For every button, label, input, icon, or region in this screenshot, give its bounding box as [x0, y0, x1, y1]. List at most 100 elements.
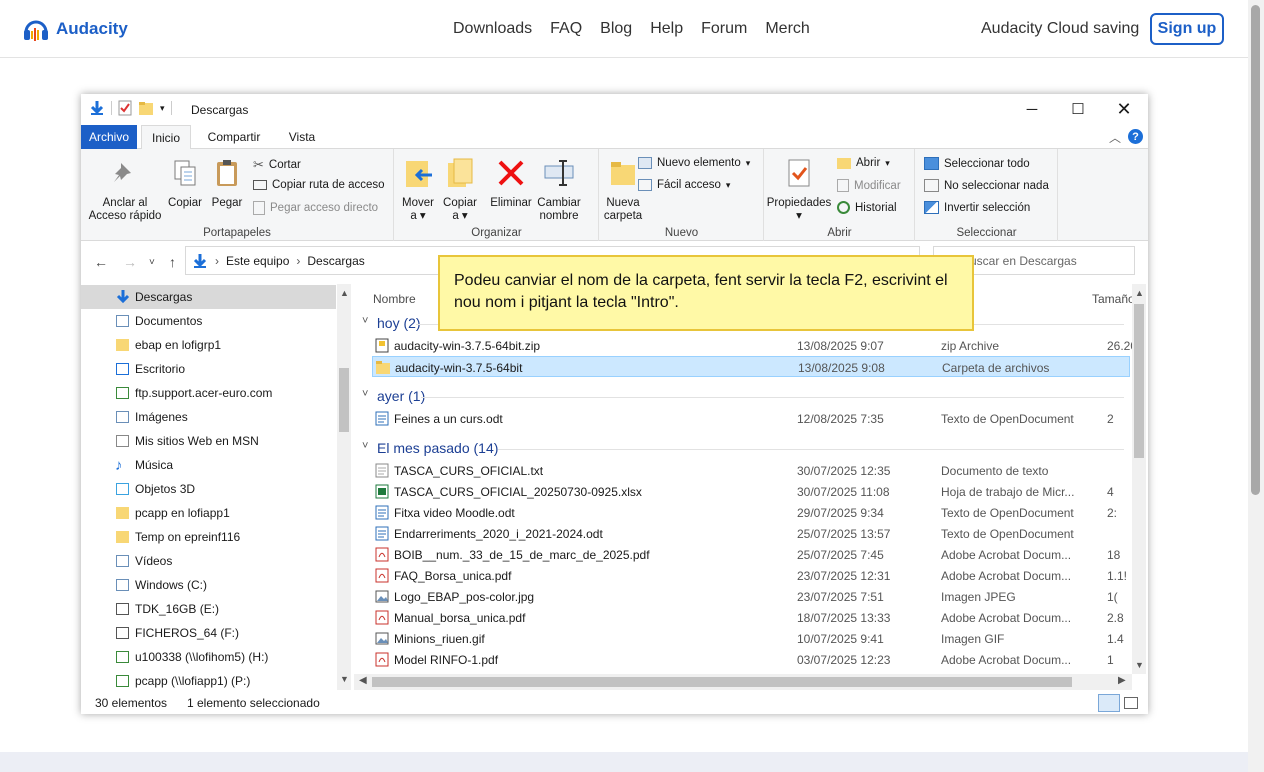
paste-button[interactable]: Pegar	[207, 157, 247, 210]
file-group-header[interactable]: ˅ El mes pasado (14)	[362, 440, 498, 456]
maximize-button[interactable]: ☐	[1055, 94, 1101, 124]
collapse-chevron-icon[interactable]: ˅	[362, 315, 368, 327]
nav-item[interactable]: Escritorio	[81, 357, 336, 381]
nav-item[interactable]: Temp on epreinf116	[81, 525, 336, 549]
nav-item[interactable]: Objetos 3D	[81, 477, 336, 501]
nav-merch[interactable]: Merch	[765, 20, 809, 38]
history-button[interactable]: Historial	[837, 201, 897, 214]
edit-button[interactable]: Modificar	[837, 179, 901, 192]
recent-locations-icon[interactable]: ˅	[149, 257, 155, 268]
scroll-up-icon[interactable]: ▲	[1135, 288, 1144, 298]
column-size[interactable]: Tamaño	[1092, 292, 1132, 306]
nav-item[interactable]: pcapp (\\lofiapp1) (P:)	[81, 669, 336, 690]
paste-shortcut-button[interactable]: Pegar acceso directo	[253, 201, 378, 215]
pin-quick-access-button[interactable]: Anclar al Acceso rápido	[87, 157, 163, 223]
nav-item[interactable]: FICHEROS_64 (F:)	[81, 621, 336, 645]
tab-view[interactable]: Vista	[277, 125, 327, 149]
help-icon[interactable]: ?	[1128, 129, 1143, 144]
file-row[interactable]: FAQ_Borsa_unica.pdf 23/07/2025 12:31 Adobe…	[372, 565, 1130, 586]
breadcrumb-this-pc[interactable]: Este equipo	[226, 254, 289, 268]
nav-item[interactable]: ♪ Música	[81, 453, 336, 477]
nav-cloud-saving[interactable]: Audacity Cloud saving	[981, 20, 1139, 38]
nav-forum[interactable]: Forum	[701, 20, 747, 38]
download-arrow-icon[interactable]	[89, 100, 105, 116]
new-item-button[interactable]: Nuevo elemento ▾	[638, 157, 750, 169]
file-row[interactable]: Endarreriments_2020_i_2021-2024.odt 25/07…	[372, 523, 1130, 544]
collapse-chevron-icon[interactable]: ˅	[362, 388, 368, 400]
nav-item[interactable]: Vídeos	[81, 549, 336, 573]
nav-item[interactable]: pcapp en lofiapp1	[81, 501, 336, 525]
scroll-down-icon[interactable]: ▼	[340, 674, 349, 684]
file-group-header[interactable]: ˅ ayer (1)	[362, 388, 425, 404]
nav-help[interactable]: Help	[650, 20, 683, 38]
copy-path-button[interactable]: Copiar ruta de acceso	[253, 179, 385, 191]
invert-selection-button[interactable]: Invertir selección	[924, 201, 1030, 214]
file-row[interactable]: TASCA_CURS_OFICIAL.txt 30/07/2025 12:35 Do…	[372, 460, 1130, 481]
nav-item[interactable]: Windows (C:)	[81, 573, 336, 597]
file-row[interactable]: TASCA_CURS_OFICIAL_20250730-0925.xlsx 30/…	[372, 481, 1130, 502]
rename-button[interactable]: Cambiar nombre	[535, 157, 583, 223]
file-list-scrollbar[interactable]: ▲ ▼	[1132, 284, 1146, 674]
nav-item[interactable]: Imágenes	[81, 405, 336, 429]
details-view-icon[interactable]	[1098, 694, 1120, 712]
scroll-down-icon[interactable]: ▼	[1135, 660, 1144, 670]
nav-item[interactable]: ebap en lofigrp1	[81, 333, 336, 357]
file-row[interactable]: audacity-win-3.7.5-64bit.zip 13/08/2025 9…	[372, 335, 1132, 356]
scroll-right-icon[interactable]: ▶	[1118, 675, 1126, 686]
file-row[interactable]: Model RINFO-1.pdf 03/07/2025 12:23 Adobe A…	[372, 649, 1130, 670]
file-row[interactable]: Minions_riuen.gif 10/07/2025 9:41 Imagen G…	[372, 628, 1130, 649]
properties-check-icon[interactable]	[118, 100, 132, 116]
signup-button[interactable]: Sign up	[1150, 13, 1224, 45]
copy-to-button[interactable]: Copiar a ▾	[441, 157, 479, 223]
copy-button[interactable]: Copiar	[165, 157, 205, 210]
file-row[interactable]: Feines a un curs.odt 12/08/2025 7:35 Texto…	[372, 408, 1130, 429]
file-row[interactable]: Fitxa video Moodle.odt 29/07/2025 9:34 Tex…	[372, 502, 1130, 523]
horizontal-scrollbar[interactable]: ◀ ▶	[354, 674, 1132, 690]
nav-faq[interactable]: FAQ	[550, 20, 582, 38]
tab-home[interactable]: Inicio	[141, 125, 191, 150]
delete-button[interactable]: Eliminar	[487, 157, 535, 210]
properties-button[interactable]: Propiedades ▾	[765, 157, 833, 223]
move-to-button[interactable]: Mover a ▾	[399, 157, 437, 223]
large-icons-view-icon[interactable]	[1124, 697, 1138, 709]
nav-item[interactable]: Documentos	[81, 309, 336, 333]
page-scrollbar[interactable]	[1248, 0, 1264, 772]
breadcrumb-downloads[interactable]: Descargas	[307, 254, 364, 268]
tab-file[interactable]: Archivo	[81, 125, 137, 149]
nav-blog[interactable]: Blog	[600, 20, 632, 38]
nav-scrollbar-thumb[interactable]	[339, 368, 349, 432]
select-all-button[interactable]: Seleccionar todo	[924, 157, 1030, 170]
tab-share[interactable]: Compartir	[199, 125, 269, 149]
open-button[interactable]: Abrir ▾	[837, 157, 890, 169]
page-scrollbar-thumb[interactable]	[1251, 5, 1260, 495]
collapse-chevron-icon[interactable]: ˅	[362, 440, 368, 452]
collapse-ribbon-icon[interactable]: ︿	[1109, 129, 1121, 146]
minimize-button[interactable]: ─	[1009, 94, 1055, 124]
nav-item[interactable]: Descargas	[81, 285, 336, 309]
file-row[interactable]: BOIB__num._33_de_15_de_marc_de_2025.pdf 2…	[372, 544, 1130, 565]
file-list-scrollbar-thumb[interactable]	[1134, 304, 1144, 458]
select-none-button[interactable]: No seleccionar nada	[924, 179, 1049, 192]
horizontal-scrollbar-thumb[interactable]	[372, 677, 1072, 687]
new-folder-small-icon[interactable]	[138, 100, 154, 116]
file-group-header[interactable]: ˅ hoy (2)	[362, 315, 421, 331]
nav-item[interactable]: u100338 (\\lofihom5) (H:)	[81, 645, 336, 669]
up-arrow-icon[interactable]: ↑	[169, 254, 176, 270]
nav-scrollbar[interactable]: ▲ ▼	[337, 284, 351, 690]
nav-item[interactable]: ftp.support.acer-euro.com	[81, 381, 336, 405]
file-row[interactable]: Logo_EBAP_pos-color.jpg 23/07/2025 7:51 Im…	[372, 586, 1130, 607]
close-button[interactable]: ✕	[1101, 94, 1147, 124]
nav-downloads[interactable]: Downloads	[453, 20, 532, 38]
scroll-left-icon[interactable]: ◀	[359, 675, 367, 686]
column-name[interactable]: Nombre	[373, 292, 416, 306]
file-row[interactable]: audacity-win-3.7.5-64bit 13/08/2025 9:08 C…	[372, 356, 1130, 377]
file-row[interactable]: Manual_borsa_unica.pdf 18/07/2025 13:33 Ad…	[372, 607, 1130, 628]
cut-button[interactable]: ✂ Cortar	[253, 157, 301, 173]
forward-arrow-icon[interactable]: →	[123, 254, 137, 270]
easy-access-button[interactable]: Fácil acceso ▾	[638, 179, 730, 191]
audacity-logo[interactable]: Audacity	[22, 17, 128, 41]
nav-item[interactable]: Mis sitios Web en MSN	[81, 429, 336, 453]
qat-dropdown-icon[interactable]: ▾	[160, 103, 165, 114]
nav-item[interactable]: TDK_16GB (E:)	[81, 597, 336, 621]
back-arrow-icon[interactable]: ←	[94, 254, 108, 270]
